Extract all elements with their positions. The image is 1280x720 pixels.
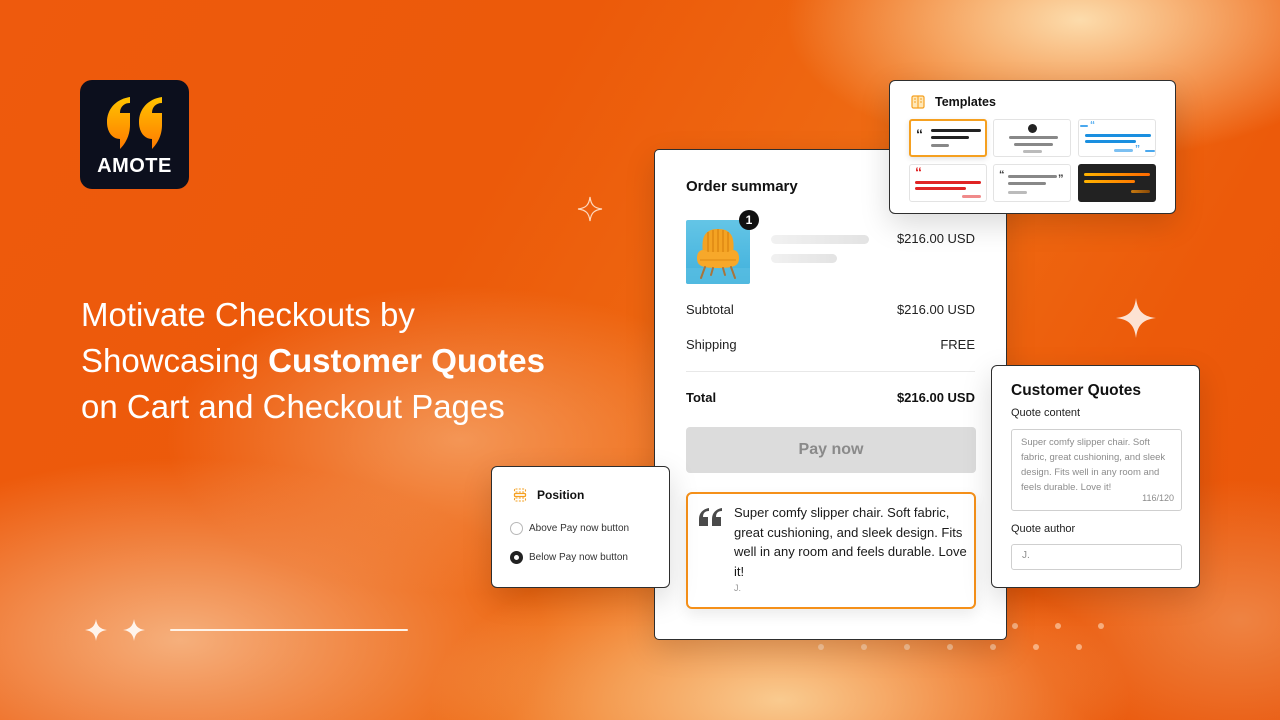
app-logo: AMOTE [80,80,189,189]
headline-line-1: Motivate Checkouts by [81,296,415,333]
decorative-line [170,629,408,631]
decorative-dot [990,644,996,650]
decorative-dot [1055,623,1061,629]
template-option-inline-quotes[interactable]: “ ” [993,164,1071,202]
customer-quotes-panel: Customer Quotes Quote content Super comf… [991,365,1200,588]
radio-button[interactable] [510,522,523,535]
headline-highlight: Customer Quotes [268,342,545,379]
book-icon [911,95,925,109]
product-name-placeholder [771,235,869,244]
position-icon [513,488,527,502]
decorative-dot [1033,644,1039,650]
decorative-dot [904,644,910,650]
quote-author-label: Quote author [1011,523,1076,535]
logo-text: AMOTE [97,155,172,177]
radio-button-selected[interactable] [510,551,523,564]
headline-line-2: Showcasing Customer Quotes [81,338,641,384]
product-image [686,220,750,284]
character-counter: 116/120 [1142,493,1174,503]
quote-icon: “ [1090,120,1095,131]
subtotal-label: Subtotal [686,302,734,317]
shipping-label: Shipping [686,337,737,352]
summary-divider [686,371,975,372]
quote-icon [1028,124,1037,133]
radio-label: Below Pay now button [529,552,628,563]
sparkle-outline-icon [577,196,603,222]
sparkle-icon [1116,298,1156,338]
product-variant-placeholder [771,254,837,263]
quote-icon: “ [916,126,923,142]
quote-close-icon: ” [1058,173,1064,185]
quote-content-value: Super comfy slipper chair. Soft fabric, … [1021,437,1166,493]
template-option-classic-dark[interactable]: “ [909,119,987,157]
radio-label: Above Pay now button [529,523,630,534]
quote-icon: “ [915,164,922,180]
customer-quotes-title: Customer Quotes [1011,382,1142,399]
decorative-dot [1076,644,1082,650]
total-label: Total [686,390,717,405]
sparkle-icon [123,619,145,641]
headline-line-3: on Cart and Checkout Pages [81,388,505,425]
decorative-dot [947,644,953,650]
headline-line-2-regular: Showcasing [81,342,269,379]
decorative-dot [818,644,824,650]
quote-close-icon: ” [1135,144,1140,155]
quote-icon [699,508,722,526]
radio-below-pay-now[interactable]: Below Pay now button [510,551,628,564]
quote-content-textarea[interactable]: Super comfy slipper chair. Soft fabric, … [1011,429,1182,511]
template-option-blue-bordered[interactable]: “ ” [1078,119,1156,157]
decorative-dot [1098,623,1104,629]
quote-marks-icon [106,97,162,149]
template-option-dark-gradient[interactable] [1078,164,1156,202]
decorative-dot [1012,623,1018,629]
template-option-centered-grey[interactable] [993,119,1071,157]
quote-text: Super comfy slipper chair. Soft fabric, … [734,505,967,579]
templates-panel: Templates “ “ ” “ “ ” [889,80,1176,214]
quote-content-label: Quote content [1011,407,1081,419]
position-title: Position [537,488,585,502]
armchair-icon [686,229,750,284]
customer-quote-preview: Super comfy slipper chair. Soft fabric, … [686,492,976,609]
template-option-red-accent[interactable]: “ [909,164,987,202]
subtotal-value: $216.00 USD [896,302,975,317]
order-summary-card: Order summary 1 $216.00 USD Subtotal $21… [654,149,1007,640]
order-summary-title: Order summary [686,178,798,195]
quantity-badge: 1 [739,210,759,230]
templates-title: Templates [935,95,996,109]
quote-author: J. [734,583,742,593]
headline: Motivate Checkouts by Showcasing Custome… [81,292,641,430]
shipping-value: FREE [940,337,975,352]
pay-now-button[interactable]: Pay now [686,427,976,473]
decorative-dot [861,644,867,650]
item-price: $216.00 USD [896,231,975,246]
radio-above-pay-now[interactable]: Above Pay now button [510,522,629,535]
position-panel: Position Above Pay now button Below Pay … [491,466,670,588]
total-value: $216.00 USD [896,390,975,405]
quote-icon: “ [999,169,1005,181]
quote-author-input[interactable]: J. [1011,544,1182,570]
sparkle-icon [85,619,107,641]
